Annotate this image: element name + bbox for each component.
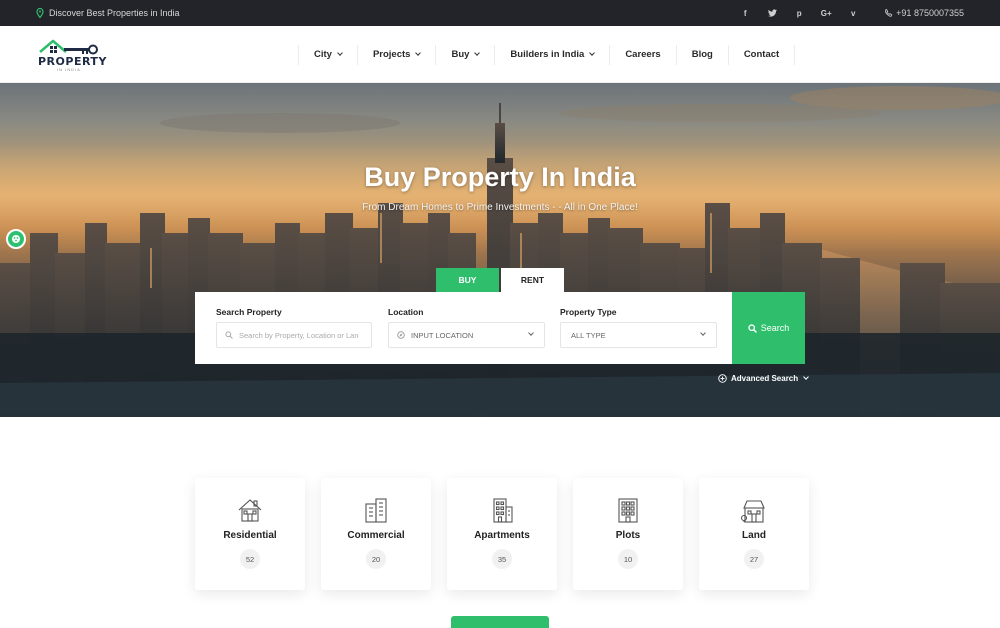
hero-title: Buy Property In India (364, 162, 636, 192)
hero-subtitle: From Dream Homes to Prime Investments - … (362, 202, 638, 213)
category-card-commercial[interactable]: Commercial 20 (321, 478, 431, 590)
category-label: Residential (223, 530, 277, 541)
location-label: Location (388, 307, 424, 317)
office-building-icon (365, 498, 387, 523)
site-logo[interactable]: PROPERTY IN INDIA (38, 38, 106, 72)
tagline-text: Discover Best Properties in India (49, 8, 180, 18)
twitter-icon[interactable] (767, 8, 777, 18)
advanced-search-toggle[interactable]: Advanced Search (718, 374, 809, 383)
main-nav: City Projects Buy Builders in India Care… (298, 26, 796, 83)
chevron-down-icon (474, 50, 481, 56)
pinterest-icon[interactable]: p (794, 8, 804, 18)
hero-section: Buy Property In India From Dream Homes t… (0, 83, 1000, 417)
search-button[interactable]: Search (732, 292, 805, 364)
nav-item-careers[interactable]: Careers (609, 44, 675, 65)
category-card-residential[interactable]: Residential 52 (195, 478, 305, 590)
category-card-plots[interactable]: Plots 10 (573, 478, 683, 590)
plot-building-icon (618, 498, 638, 523)
nav-item-builders[interactable]: Builders in India (494, 44, 609, 65)
search-panel: Search Property Search by Property, Loca… (195, 292, 732, 364)
search-property-field: Search Property Search by Property, Loca… (216, 292, 372, 364)
side-settings-button[interactable] (6, 229, 26, 249)
chevron-down-icon (589, 50, 596, 56)
property-type-select[interactable]: ALL TYPE (560, 322, 717, 348)
search-property-placeholder: Search by Property, Location or Landmark (239, 330, 359, 340)
compass-icon (397, 331, 405, 339)
palette-icon (12, 235, 20, 243)
chevron-down-icon (337, 50, 343, 56)
search-property-label: Search Property (216, 307, 282, 317)
google-plus-icon[interactable]: G+ (821, 8, 832, 18)
location-pin-icon (36, 8, 44, 18)
location-field: Location INPUT LOCATION (388, 292, 545, 364)
logo-house-key-icon (39, 39, 98, 55)
search-tabs: BUY RENT (436, 268, 564, 292)
search-icon (225, 331, 233, 339)
category-card-apartments[interactable]: Apartments 35 (447, 478, 557, 590)
category-count: 52 (240, 549, 260, 569)
site-header: PROPERTY IN INDIA City Projects Buy Buil… (0, 26, 1000, 83)
category-list: Residential 52 Commercial 20 Apartments … (195, 478, 809, 590)
nav-item-contact[interactable]: Contact (727, 44, 796, 65)
chevron-down-icon (803, 374, 809, 380)
chevron-down-icon (415, 50, 422, 56)
nav-item-projects[interactable]: Projects (356, 44, 436, 65)
chevron-down-icon (528, 330, 534, 336)
tab-rent[interactable]: RENT (501, 268, 564, 292)
plus-circle-icon (718, 374, 727, 383)
top-bar-tagline: Discover Best Properties in India (36, 8, 180, 18)
category-card-land[interactable]: Land 27 (699, 478, 809, 590)
search-icon (748, 323, 757, 333)
phone-icon (885, 9, 893, 17)
land-icon (740, 500, 765, 523)
category-label: Commercial (347, 530, 405, 541)
advanced-search-label: Advanced Search (731, 374, 799, 383)
top-bar: Discover Best Properties in India f p G+… (0, 0, 1000, 26)
nav-item-buy[interactable]: Buy (435, 44, 494, 65)
property-type-value: ALL TYPE (571, 330, 606, 340)
phone-number: +91 8750007355 (896, 8, 964, 18)
city-skyline-image (0, 86, 1000, 417)
category-label: Land (742, 530, 766, 541)
location-value: INPUT LOCATION (411, 330, 474, 340)
category-count: 27 (744, 549, 764, 569)
property-type-field: Property Type ALL TYPE (560, 292, 717, 364)
chevron-down-icon (700, 330, 706, 336)
facebook-icon[interactable]: f (740, 8, 750, 18)
category-count: 20 (366, 549, 386, 569)
house-icon (238, 499, 262, 522)
property-type-label: Property Type (560, 307, 617, 317)
logo-subtext: IN INDIA (57, 67, 81, 72)
phone-contact[interactable]: +91 8750007355 (885, 8, 964, 18)
apartment-icon (493, 498, 513, 523)
view-all-button[interactable] (451, 616, 549, 628)
vimeo-icon[interactable]: v (848, 8, 858, 18)
category-count: 35 (492, 549, 512, 569)
search-button-label: Search (760, 323, 790, 333)
category-label: Plots (615, 530, 641, 541)
tab-buy[interactable]: BUY (436, 268, 499, 292)
category-label: Apartments (474, 530, 530, 541)
location-select[interactable]: INPUT LOCATION (388, 322, 545, 348)
nav-item-blog[interactable]: Blog (675, 44, 728, 65)
search-property-input[interactable]: Search by Property, Location or Landmark (216, 322, 372, 348)
nav-item-city[interactable]: City (298, 44, 357, 65)
category-count: 10 (618, 549, 638, 569)
